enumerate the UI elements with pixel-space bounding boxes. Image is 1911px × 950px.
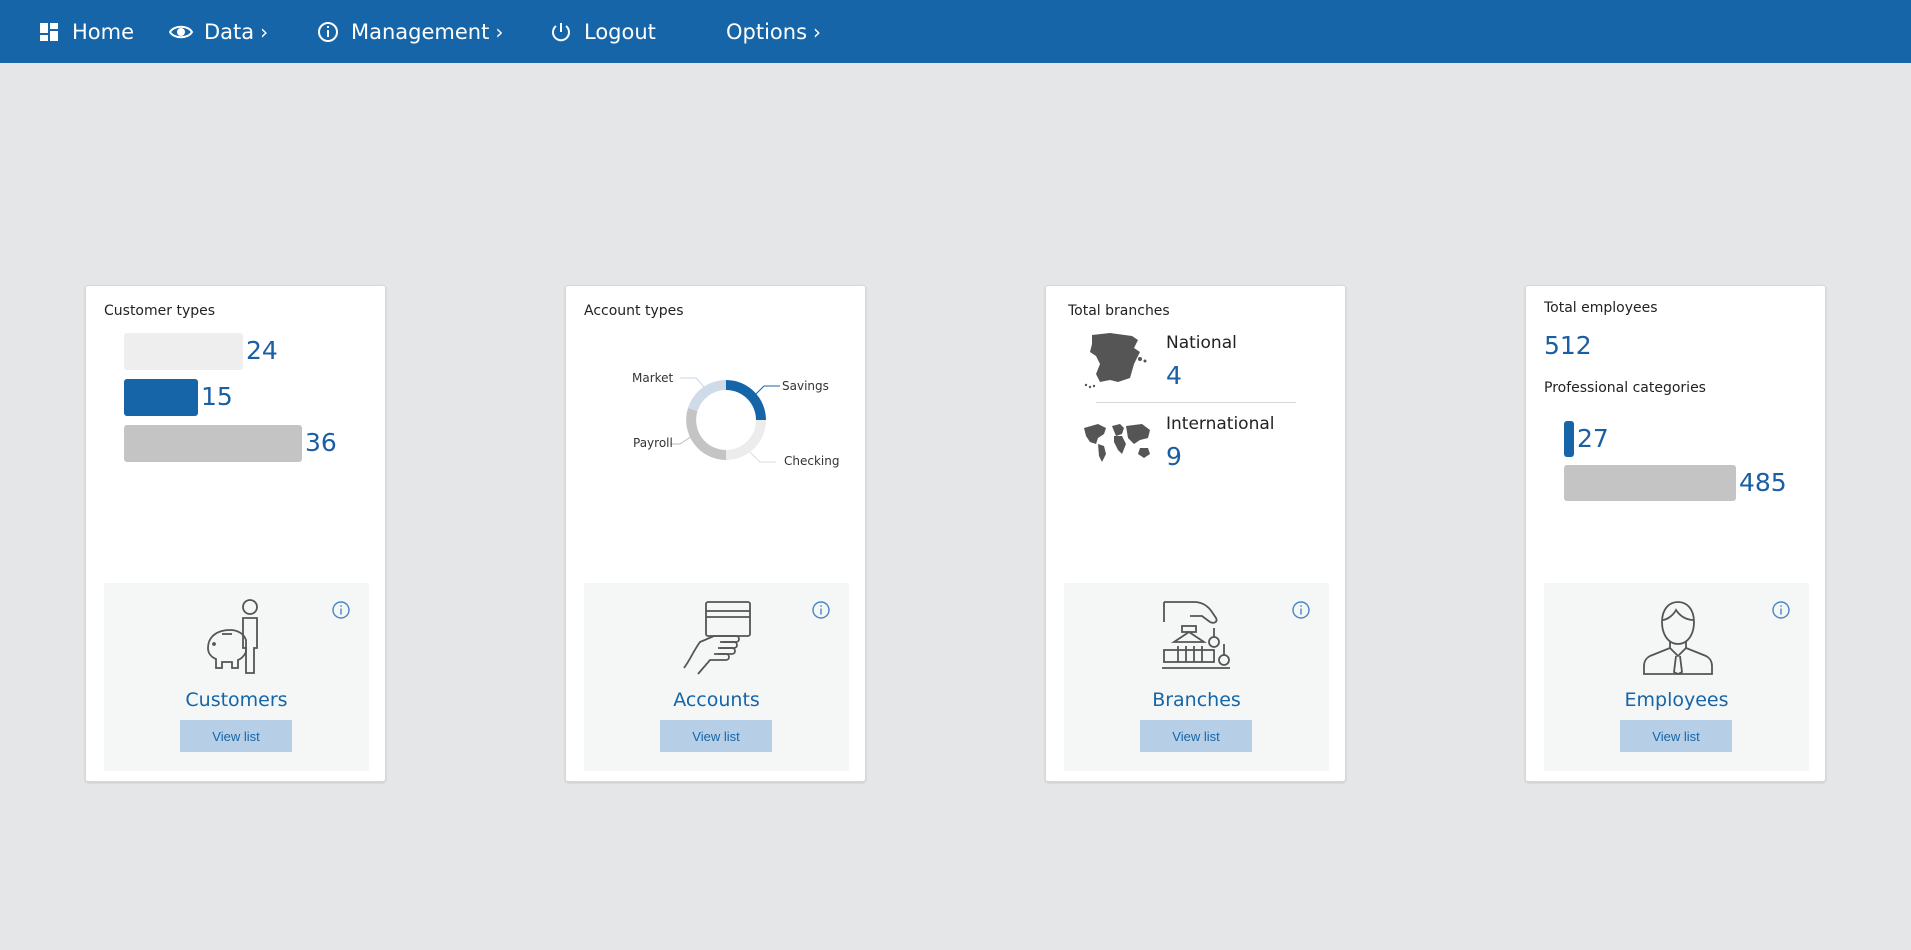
info-icon[interactable] <box>1771 600 1791 620</box>
businessman-icon <box>1643 601 1713 676</box>
card-title: Customer types <box>104 303 216 319</box>
card-title: Total branches <box>1068 303 1170 319</box>
info-icon[interactable] <box>1291 600 1311 620</box>
power-icon <box>548 19 574 45</box>
bank-hand-icon <box>1162 601 1230 669</box>
international-label: International <box>1166 414 1275 434</box>
donut-segment-savings <box>726 380 766 420</box>
donut-label-payroll: Payroll <box>633 436 673 450</box>
nav-home[interactable]: Home <box>36 0 134 63</box>
donut-label-savings: Savings <box>782 379 829 393</box>
hand-card-icon <box>683 601 751 675</box>
info-circle-icon <box>315 19 341 45</box>
bar-value-label: 485 <box>1739 468 1787 497</box>
nav-options[interactable]: Options › <box>726 0 821 63</box>
nav-logout-label: Logout <box>584 19 656 44</box>
total-employees-value: 512 <box>1544 331 1592 360</box>
footer-label: Branches <box>1152 689 1241 711</box>
branches-card: Total branches National 4 International … <box>1045 285 1346 782</box>
bar-category-1 <box>1564 421 1574 457</box>
donut-segment-market <box>688 380 726 411</box>
nav-logout[interactable]: Logout <box>548 0 656 63</box>
footer-label: Employees <box>1624 689 1729 711</box>
bar-customer-type-1 <box>124 333 243 370</box>
info-icon[interactable] <box>811 600 831 620</box>
card-title: Account types <box>584 303 684 319</box>
view-list-button[interactable]: View list <box>660 720 772 752</box>
world-map-icon <box>1084 424 1150 462</box>
bar-value-label: 15 <box>201 382 233 411</box>
footer-label: Accounts <box>673 689 760 711</box>
donut-segment-checking <box>726 420 766 460</box>
nav-options-label: Options <box>726 19 808 44</box>
bar-value-label: 24 <box>246 336 278 365</box>
card-footer: Employees View list <box>1544 583 1809 771</box>
eye-icon <box>168 19 194 45</box>
view-list-button[interactable]: View list <box>1140 720 1252 752</box>
view-list-button[interactable]: View list <box>180 720 292 752</box>
dashboard-icon <box>36 19 62 45</box>
view-list-button[interactable]: View list <box>1620 720 1732 752</box>
nav-management-label: Management <box>351 19 490 44</box>
footer-label: Customers <box>185 689 288 711</box>
national-value: 4 <box>1166 361 1182 390</box>
nav-home-label: Home <box>72 19 135 44</box>
donut-label-market: Market <box>632 371 674 385</box>
bar-customer-type-2 <box>124 379 198 416</box>
info-icon[interactable] <box>331 600 351 620</box>
chevron-right-icon: › <box>495 19 504 44</box>
account-types-donut-chart: Savings Market Payroll Checking <box>632 371 839 468</box>
accounts-card: Account types Savings Market Payroll Che… <box>565 285 866 782</box>
card-footer: Customers View list <box>104 583 369 771</box>
piggy-bank-person-icon <box>207 599 258 674</box>
divider <box>1096 402 1296 403</box>
card-footer: Branches View list <box>1064 583 1329 771</box>
employees-card: Total employees 512 Professional categor… <box>1525 285 1826 782</box>
bar-value-label: 27 <box>1577 424 1609 453</box>
professional-categories-title: Professional categories <box>1544 380 1706 396</box>
card-footer: Accounts View list <box>584 583 849 771</box>
top-navigation-bar: Home Data › Management › Logout Options … <box>0 0 1911 63</box>
nav-management[interactable]: Management › <box>315 0 503 63</box>
spain-map-icon <box>1084 333 1147 389</box>
international-value: 9 <box>1166 442 1182 471</box>
card-title: Total employees <box>1544 300 1658 316</box>
nav-data[interactable]: Data › <box>168 0 268 63</box>
donut-segment-payroll <box>686 408 726 460</box>
national-label: National <box>1166 333 1237 353</box>
bar-value-label: 36 <box>305 428 337 457</box>
bar-customer-type-3 <box>124 425 302 462</box>
donut-label-checking: Checking <box>784 454 839 468</box>
chevron-right-icon: › <box>813 19 822 44</box>
customers-card: Customer types 24 15 36 Customers View l… <box>85 285 386 782</box>
chevron-right-icon: › <box>260 19 269 44</box>
bar-category-2 <box>1564 465 1736 501</box>
nav-data-label: Data <box>204 19 255 44</box>
